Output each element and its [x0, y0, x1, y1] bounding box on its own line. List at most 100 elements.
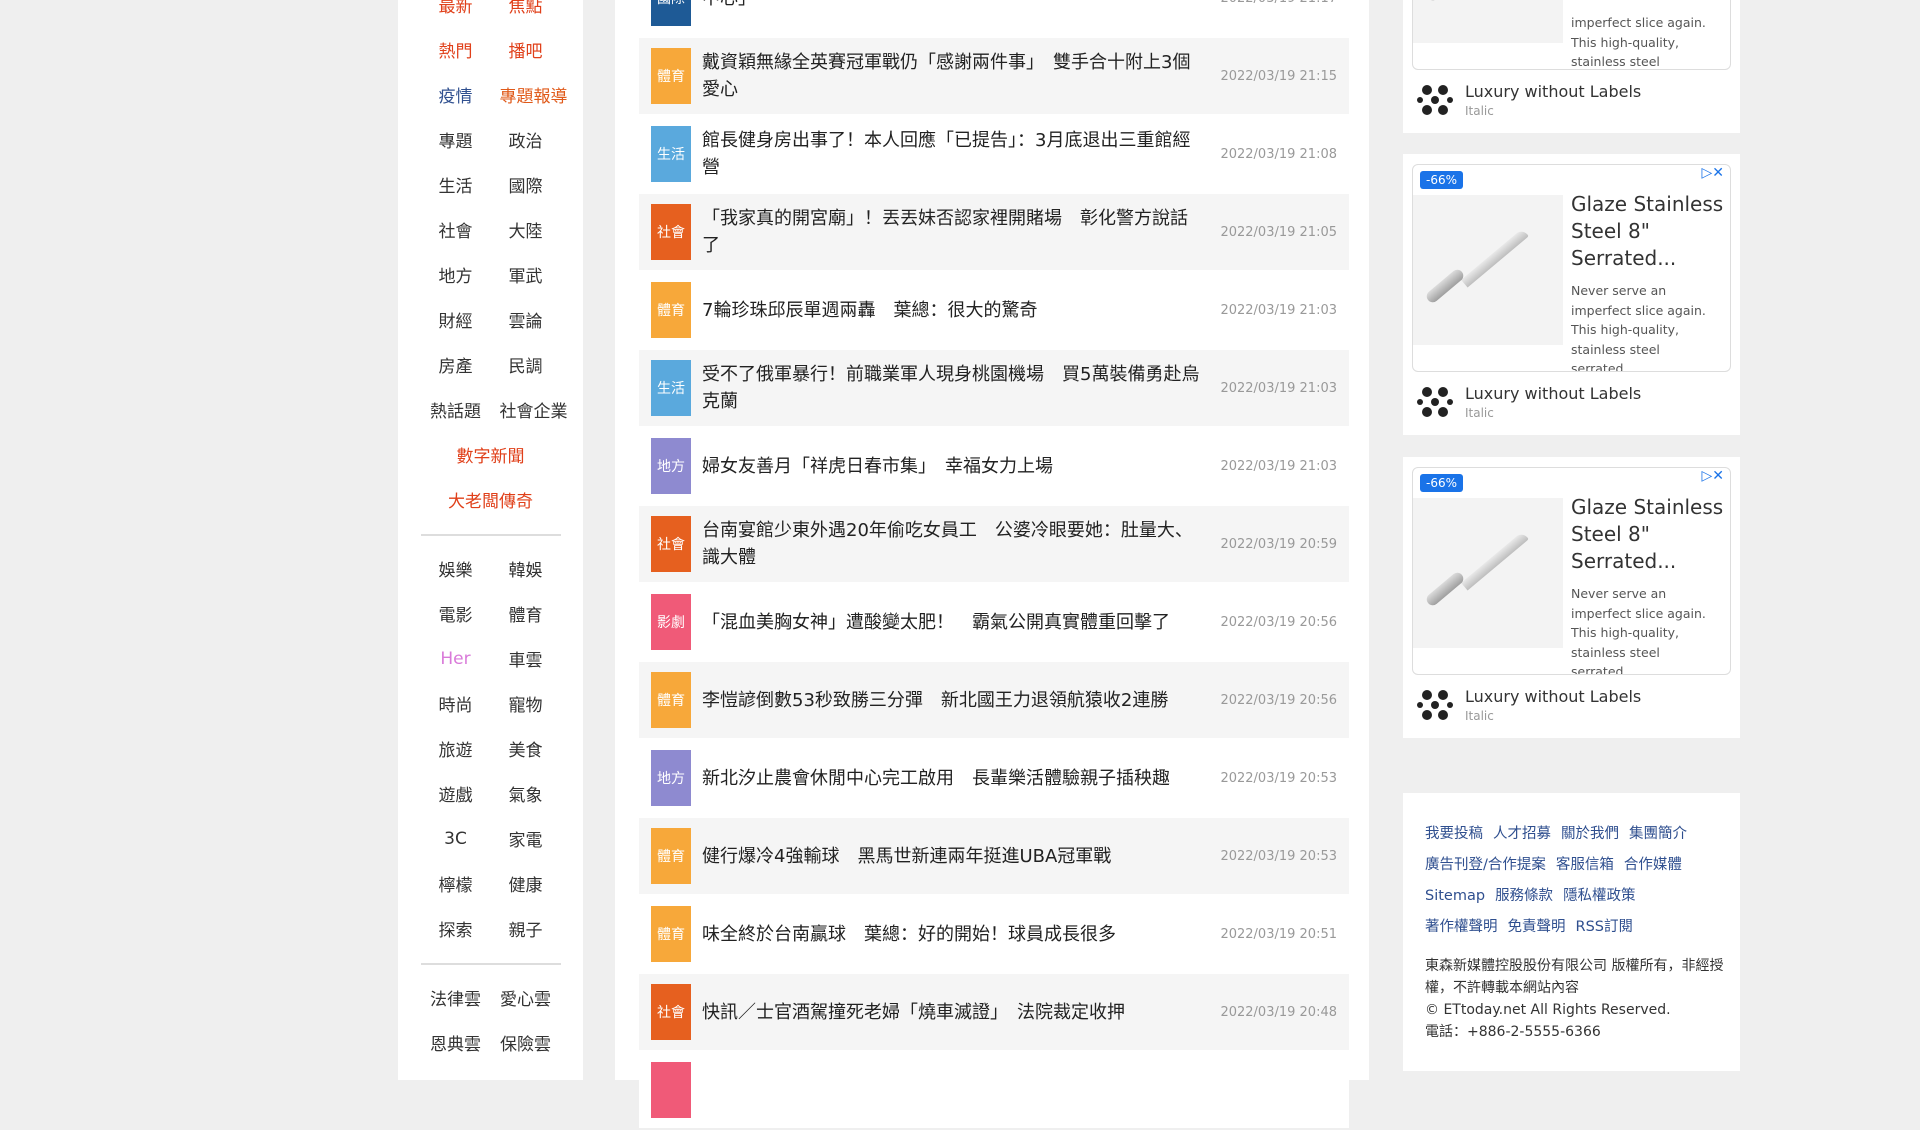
nav-item[interactable]: 車雲	[500, 646, 552, 671]
nav-item[interactable]: 氣象	[500, 781, 552, 806]
category-tag[interactable]: 生活	[651, 126, 691, 182]
adchoices-icon[interactable]: ▷✕	[1702, 165, 1725, 181]
nav-item[interactable]: 旅遊	[430, 736, 482, 761]
ad-title[interactable]: Glaze Stainless Steel 8" Serrated...	[1571, 494, 1726, 575]
nav-item[interactable]: 美食	[500, 736, 552, 761]
news-headline[interactable]: 受不了俄軍暴行！前職業軍人現身桃園機場 買5萬裝備勇赴烏克蘭	[702, 361, 1202, 415]
nav-item[interactable]: 播吧	[500, 37, 552, 62]
news-item[interactable]: 體育 戴資穎無緣全英賽冠軍戰仍「感謝兩件事」 雙手合十附上3個愛心 2022/03/…	[639, 38, 1349, 114]
category-tag[interactable]: 體育	[651, 672, 691, 728]
nav-item[interactable]: 國際	[500, 172, 552, 197]
nav-item[interactable]: 軍武	[500, 262, 552, 287]
nav-item[interactable]: 恩典雲	[430, 1030, 482, 1055]
nav-item[interactable]: 檸檬	[430, 871, 482, 896]
nav-item[interactable]: 政治	[500, 127, 552, 152]
category-tag[interactable]: 體育	[651, 828, 691, 884]
ad-brand-name[interactable]: Luxury without Labels	[1465, 687, 1641, 706]
news-item[interactable]: 生活 受不了俄軍暴行！前職業軍人現身桃園機場 買5萬裝備勇赴烏克蘭 2022/03/…	[639, 350, 1349, 426]
nav-item[interactable]: 房產	[430, 352, 482, 377]
category-tag[interactable]: 體育	[651, 282, 691, 338]
category-tag[interactable]: 地方	[651, 438, 691, 494]
ad-card[interactable]: -66% ▷✕ Glaze Stainless Steel 8" Serrate…	[1412, 467, 1731, 675]
footer-link[interactable]: 免責聲明	[1508, 919, 1566, 935]
nav-item[interactable]: 探索	[430, 916, 482, 941]
nav-item[interactable]: 民調	[500, 352, 552, 377]
nav-item[interactable]: 大陸	[500, 217, 552, 242]
news-item[interactable]: 社會 台南宴館少東外遇20年偷吃女員工 公婆冷眼要她：肚量大、識大體 2022/03…	[639, 506, 1349, 582]
footer-link[interactable]: Sitemap	[1425, 888, 1485, 904]
category-tag[interactable]: 社會	[651, 984, 691, 1040]
nav-item-digital-news[interactable]: 數字新聞	[457, 442, 525, 467]
news-headline[interactable]: 味全終於台南贏球 葉總：好的開始！球員成長很多	[702, 921, 1202, 948]
category-tag[interactable]: 國際	[651, 0, 691, 26]
nav-item[interactable]: 愛心雲	[500, 985, 552, 1010]
news-headline[interactable]: 7輪珍珠邱辰單週兩轟 葉總：很大的驚奇	[702, 297, 1202, 324]
category-tag[interactable]: 生活	[651, 360, 691, 416]
nav-item[interactable]: 專題	[430, 127, 482, 152]
nav-item[interactable]: 地方	[430, 262, 482, 287]
nav-item[interactable]: 遊戲	[430, 781, 482, 806]
news-item[interactable]: 地方 新北汐止農會休閒中心完工啟用 長輩樂活體驗親子插秧趣 2022/03/19 2…	[639, 740, 1349, 816]
ad-brand-name[interactable]: Luxury without Labels	[1465, 384, 1641, 403]
nav-item[interactable]: 寵物	[500, 691, 552, 716]
nav-item[interactable]: 社會企業	[500, 397, 568, 422]
footer-link[interactable]: 隱私權政策	[1563, 888, 1636, 904]
category-tag[interactable]: 體育	[651, 48, 691, 104]
nav-item[interactable]: 社會	[430, 217, 482, 242]
ad-title[interactable]: Glaze Stainless Steel 8" Serrated...	[1571, 191, 1726, 272]
nav-item[interactable]: 法律雲	[430, 985, 482, 1010]
nav-item[interactable]: 熱門	[430, 37, 482, 62]
nav-item[interactable]: 疫情	[430, 82, 482, 107]
ad-card[interactable]: -66% ▷✕ Glaze Stainless Steel 8" Serrate…	[1412, 164, 1731, 372]
adchoices-icon[interactable]: ▷✕	[1702, 468, 1725, 484]
footer-link[interactable]: 客服信箱	[1556, 857, 1614, 873]
nav-item[interactable]: 電影	[430, 601, 482, 626]
nav-item-boss-legend[interactable]: 大老闆傳奇	[448, 487, 533, 512]
news-headline[interactable]: 健行爆冷4強輸球 黑馬世新連兩年挺進UBA冠軍戰	[702, 843, 1202, 870]
ad-brand-name[interactable]: Luxury without Labels	[1465, 82, 1641, 101]
nav-item[interactable]: 保險雲	[500, 1030, 552, 1055]
nav-item[interactable]: Her	[430, 649, 482, 669]
footer-link[interactable]: 人才招募	[1493, 826, 1551, 842]
news-headline[interactable]: 台南宴館少東外遇20年偷吃女員工 公婆冷眼要她：肚量大、識大體	[702, 517, 1202, 571]
footer-link[interactable]: 集團簡介	[1629, 826, 1687, 842]
news-headline[interactable]: 「我家真的開宮廟」！丟丟妹否認家裡開賭場 彰化警方說話了	[702, 205, 1202, 259]
category-tag[interactable]: 體育	[651, 906, 691, 962]
nav-item[interactable]: 家電	[500, 826, 552, 851]
footer-link[interactable]: 服務條款	[1495, 888, 1553, 904]
news-item[interactable]: 體育 味全終於台南贏球 葉總：好的開始！球員成長很多 2022/03/19 20:5…	[639, 896, 1349, 972]
footer-link[interactable]: 合作媒體	[1624, 857, 1682, 873]
nav-item[interactable]: 熱話題	[430, 397, 482, 422]
nav-item[interactable]: 雲論	[500, 307, 552, 332]
category-tag[interactable]: 地方	[651, 750, 691, 806]
news-item[interactable]: 體育 健行爆冷4強輸球 黑馬世新連兩年挺進UBA冠軍戰 2022/03/19 20:…	[639, 818, 1349, 894]
category-tag[interactable]: 社會	[651, 204, 691, 260]
footer-link[interactable]: 關於我們	[1561, 826, 1619, 842]
news-headline[interactable]: 快訊／士官酒駕撞死老婦「燒車滅證」 法院裁定收押	[702, 999, 1202, 1026]
nav-item[interactable]: 娛樂	[430, 556, 482, 581]
category-tag[interactable]: 影劇	[651, 594, 691, 650]
news-item[interactable]: 體育 李愷諺倒數53秒致勝三分彈 新北國王力退領航猿收2連勝 2022/03/19 …	[639, 662, 1349, 738]
nav-item[interactable]: 體育	[500, 601, 552, 626]
nav-item[interactable]: 時尚	[430, 691, 482, 716]
news-headline[interactable]: 新北汐止農會休閒中心完工啟用 長輩樂活體驗親子插秧趣	[702, 765, 1202, 792]
news-item[interactable]: 地方 婦女友善月「祥虎日春市集」 幸福女力上場 2022/03/19 21:03	[639, 428, 1349, 504]
nav-item[interactable]: 韓娛	[500, 556, 552, 581]
footer-link[interactable]: 我要投稿	[1425, 826, 1483, 842]
footer-link[interactable]: 廣告刊登/合作提案	[1425, 857, 1546, 873]
news-item[interactable]: 國際中心」 2022/03/19 21:17	[639, 0, 1349, 36]
news-item[interactable]: 社會 快訊／士官酒駕撞死老婦「燒車滅證」 法院裁定收押 2022/03/19 20:…	[639, 974, 1349, 1050]
ad-card[interactable]: imperfect slice again. This high-quality…	[1412, 0, 1731, 70]
news-item[interactable]: 生活 館長健身房出事了！本人回應「已提告」：3月底退出三重館經營 2022/03/1…	[639, 116, 1349, 192]
footer-link[interactable]: 著作權聲明	[1425, 919, 1498, 935]
category-tag[interactable]	[651, 1062, 691, 1118]
news-item[interactable]: 影劇 「混血美胸女神」遭酸變太肥！ 霸氣公開真實體重回擊了 2022/03/19 2…	[639, 584, 1349, 660]
nav-item[interactable]: 生活	[430, 172, 482, 197]
news-headline[interactable]: 館長健身房出事了！本人回應「已提告」：3月底退出三重館經營	[702, 127, 1202, 181]
nav-item[interactable]: 最新	[430, 0, 482, 17]
category-tag[interactable]: 社會	[651, 516, 691, 572]
news-headline[interactable]: 戴資穎無緣全英賽冠軍戰仍「感謝兩件事」 雙手合十附上3個愛心	[702, 49, 1202, 103]
news-item[interactable]	[639, 1052, 1349, 1128]
news-item[interactable]: 體育 7輪珍珠邱辰單週兩轟 葉總：很大的驚奇 2022/03/19 21:03	[639, 272, 1349, 348]
nav-item[interactable]: 3C	[430, 829, 482, 849]
